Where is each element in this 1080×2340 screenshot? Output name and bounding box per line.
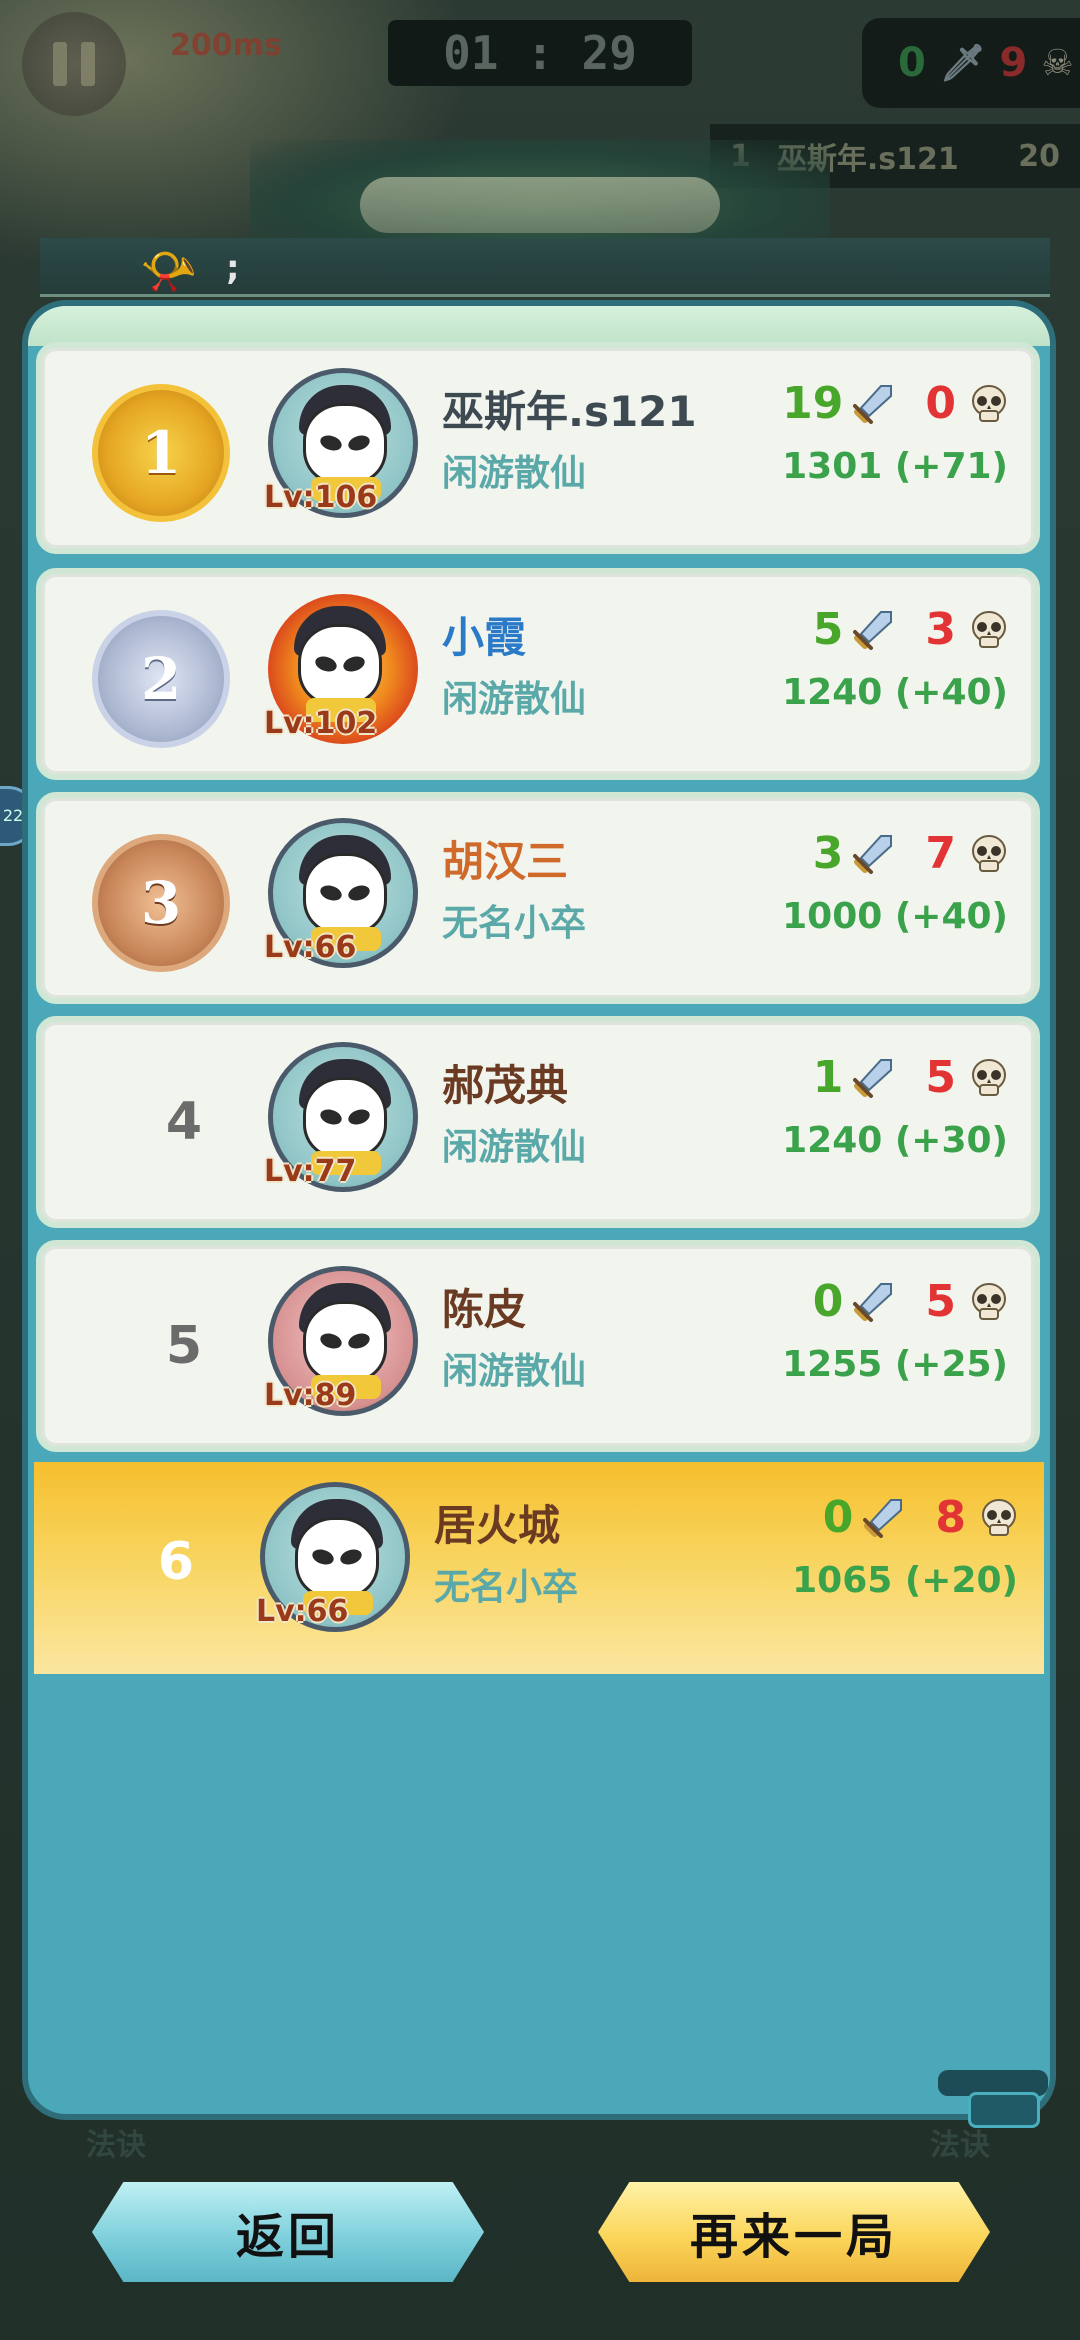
player-row[interactable]: 2 Lv:102 小霞 闲游散仙 5 3 1240 (+40) bbox=[36, 568, 1040, 780]
kill-death-stats: 1 5 bbox=[813, 1052, 1010, 1103]
rank-number: 4 bbox=[165, 1092, 203, 1152]
player-level: Lv:102 bbox=[264, 706, 378, 741]
skull-icon bbox=[972, 1058, 1006, 1096]
deaths-count: 0 bbox=[925, 378, 956, 429]
kills-count: 0 bbox=[812, 1276, 844, 1327]
rating-score: 1240 (+40) bbox=[782, 672, 1008, 713]
skull-icon bbox=[972, 1282, 1006, 1320]
player-row[interactable]: 6 Lv:66 居火城 无名小卒 0 8 1065 (+20) bbox=[34, 1462, 1044, 1674]
kill-death-stats: 3 7 bbox=[813, 828, 1010, 879]
rating-score: 1240 (+30) bbox=[782, 1120, 1008, 1161]
rank-medal-icon: 2 bbox=[92, 610, 230, 748]
pause-button[interactable] bbox=[22, 12, 126, 116]
player-level: Lv:66 bbox=[264, 930, 357, 965]
sword-icon bbox=[853, 610, 893, 650]
hud-kill-death: 0 🗡 9 ☠ bbox=[862, 18, 1080, 108]
kills-count: 1 bbox=[812, 1052, 844, 1103]
player-name: 小霞 bbox=[442, 613, 527, 662]
kills-count: 0 bbox=[822, 1492, 854, 1543]
skull-icon bbox=[972, 834, 1006, 872]
sword-icon bbox=[853, 1282, 893, 1322]
skull-icon bbox=[972, 384, 1006, 422]
player-row[interactable]: 4 Lv:77 郝茂典 闲游散仙 1 5 1240 (+30) bbox=[36, 1016, 1040, 1228]
skull-icon: ☠ bbox=[1041, 42, 1074, 84]
deaths-count: 5 bbox=[925, 1052, 956, 1103]
rank-number: 6 bbox=[157, 1532, 195, 1592]
right-skill-label: 法诀 bbox=[930, 2128, 990, 2163]
deaths-count: 5 bbox=[925, 1276, 956, 1327]
player-title: 闲游散仙 bbox=[442, 679, 587, 720]
player-level: Lv:106 bbox=[264, 480, 378, 515]
panda-face-icon bbox=[303, 1077, 387, 1159]
rating-score: 1255 (+25) bbox=[782, 1344, 1008, 1385]
player-name: 居火城 bbox=[434, 1501, 561, 1550]
play-again-button[interactable]: 再来一局 bbox=[598, 2182, 990, 2282]
hud-deaths: 9 bbox=[999, 40, 1028, 86]
player-level: Lv:77 bbox=[264, 1154, 357, 1189]
player-title: 闲游散仙 bbox=[442, 453, 587, 494]
sword-icon bbox=[853, 1058, 893, 1098]
player-row[interactable]: 3 Lv:66 胡汉三 无名小卒 3 7 1000 (+40) bbox=[36, 792, 1040, 1004]
deaths-count: 7 bbox=[925, 828, 956, 879]
skull-icon bbox=[982, 1498, 1016, 1536]
rank-medal-icon: 3 bbox=[92, 834, 230, 972]
deaths-count: 3 bbox=[925, 604, 956, 655]
deaths-count: 8 bbox=[935, 1492, 966, 1543]
kills-count: 19 bbox=[782, 378, 844, 429]
panda-face-icon bbox=[303, 853, 387, 935]
sword-icon bbox=[853, 834, 893, 874]
kill-death-stats: 5 3 bbox=[813, 604, 1010, 655]
panda-face-icon bbox=[303, 1301, 387, 1383]
rating-score: 1000 (+40) bbox=[782, 896, 1008, 937]
player-title: 无名小卒 bbox=[434, 1567, 579, 1608]
kills-count: 3 bbox=[812, 828, 844, 879]
match-timer: 01 : 29 bbox=[388, 20, 692, 86]
player-title: 闲游散仙 bbox=[442, 1127, 587, 1168]
back-button[interactable]: 返回 bbox=[92, 2182, 484, 2282]
hud-kills: 0 bbox=[898, 40, 926, 86]
player-name: 巫斯年.s121 bbox=[442, 387, 697, 436]
rank-number: 5 bbox=[165, 1316, 203, 1376]
skull-icon bbox=[972, 610, 1006, 648]
player-name: 胡汉三 bbox=[442, 837, 569, 886]
player-level: Lv:66 bbox=[256, 1594, 349, 1629]
player-name: 郝茂典 bbox=[442, 1061, 569, 1110]
ping-indicator: 200ms bbox=[170, 28, 282, 63]
player-level: Lv:89 bbox=[264, 1378, 357, 1413]
kill-death-stats: 0 5 bbox=[813, 1276, 1010, 1327]
panda-face-icon bbox=[298, 624, 382, 706]
panda-face-icon bbox=[295, 1517, 379, 1599]
sword-icon: 🗡 bbox=[939, 43, 986, 84]
rating-score: 1065 (+20) bbox=[792, 1560, 1018, 1601]
pause-icon bbox=[53, 42, 67, 86]
kill-death-stats: 0 8 bbox=[823, 1492, 1020, 1543]
player-row[interactable]: 5 Lv:89 陈皮 闲游散仙 0 5 1255 (+25) bbox=[36, 1240, 1040, 1452]
player-title: 无名小卒 bbox=[442, 903, 587, 944]
kill-death-stats: 19 0 bbox=[782, 378, 1010, 429]
left-skill-label: 法诀 bbox=[86, 2128, 146, 2163]
panda-face-icon bbox=[303, 403, 387, 485]
player-name: 陈皮 bbox=[442, 1285, 527, 1334]
rating-score: 1301 (+71) bbox=[782, 446, 1008, 487]
kills-count: 5 bbox=[812, 604, 844, 655]
horn-icon: 📯 bbox=[140, 244, 198, 298]
hud-top-rank-score: 20 bbox=[1018, 138, 1060, 174]
sword-icon bbox=[853, 384, 893, 424]
player-row[interactable]: 1 Lv:106 巫斯年.s121 闲游散仙 19 0 1301 (+71) bbox=[36, 342, 1040, 554]
rank-medal-icon: 1 bbox=[92, 384, 230, 522]
sword-icon bbox=[863, 1498, 903, 1538]
player-title: 闲游散仙 bbox=[442, 1351, 587, 1392]
chat-text: ; bbox=[226, 248, 240, 288]
